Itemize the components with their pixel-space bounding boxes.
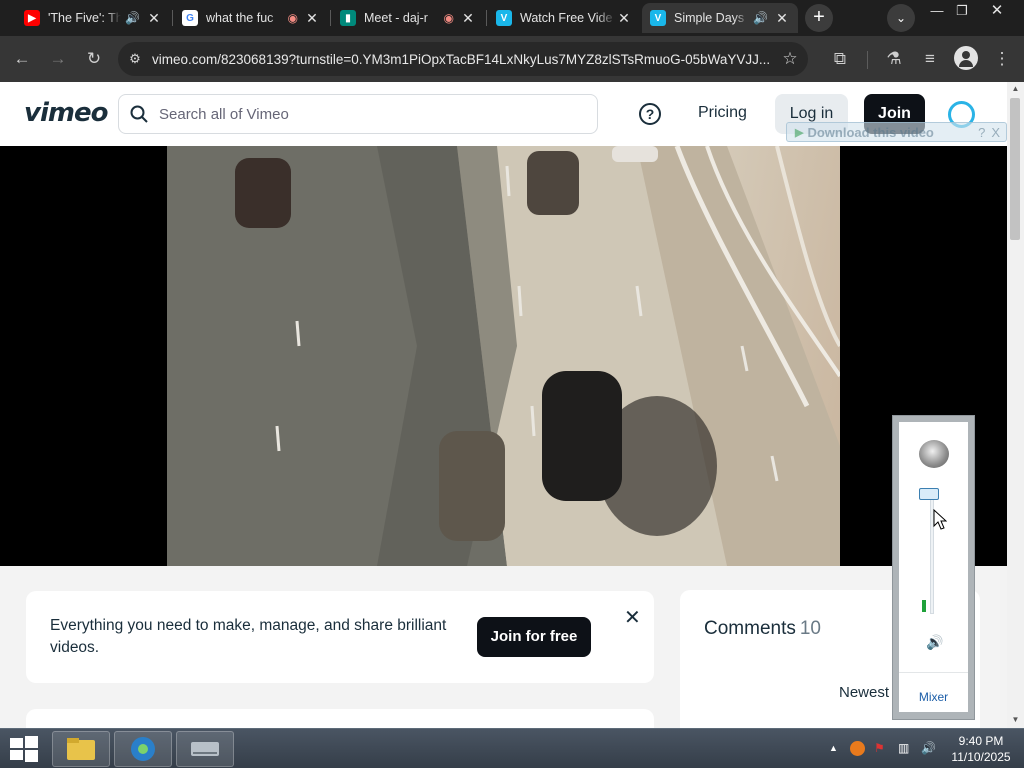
chrome-taskbar-button[interactable] — [114, 731, 172, 767]
mouse-cursor-icon — [933, 509, 947, 530]
bookmark-star-icon[interactable]: ☆ — [772, 49, 808, 69]
tab-google[interactable]: G what the fuc ◉ ✕ — [174, 3, 328, 33]
tab-title: Watch Free Vide — [520, 11, 613, 25]
speaker-icon[interactable]: 🔊 — [125, 11, 140, 25]
volume-popup: 🔊 Mixer — [892, 415, 975, 720]
volume-panel: 🔊 Mixer — [899, 422, 968, 712]
comments-heading: Comments 10 — [704, 618, 821, 640]
restore-icon[interactable]: ❐ — [947, 0, 977, 24]
join-for-free-button[interactable]: Join for free — [477, 617, 591, 657]
tab-title: 'The Five': Th — [48, 11, 122, 25]
tab-title: what the fuc — [206, 11, 274, 25]
tab-title: Simple Days — [674, 11, 745, 25]
profile-avatar-icon[interactable] — [954, 46, 978, 70]
new-tab-button[interactable]: + — [805, 4, 833, 32]
extensions-icon[interactable]: ⧉ — [826, 45, 854, 73]
video-player[interactable] — [0, 146, 1007, 566]
windows-start-icon[interactable] — [8, 735, 40, 763]
vimeo-icon: V — [496, 10, 512, 26]
close-icon[interactable]: ✕ — [774, 10, 790, 27]
video-frame-image — [167, 146, 840, 566]
labs-flask-icon[interactable]: ⚗ — [880, 45, 908, 73]
download-video-overlay[interactable]: ▶ Download this video ? X — [786, 122, 1007, 142]
antivirus-tray-icon[interactable] — [850, 741, 865, 756]
recording-icon: ◉ — [287, 11, 298, 25]
tab-meet[interactable]: ▮ Meet - daj-r ◉ ✕ — [332, 3, 484, 33]
browser-menu-icon[interactable]: ⋮ — [988, 45, 1016, 73]
google-icon: G — [182, 10, 198, 26]
help-icon[interactable]: ? — [639, 103, 661, 125]
play-icon: ▶ — [795, 126, 804, 139]
speaker-icon[interactable]: 🔊 — [753, 11, 768, 25]
speaker-device-icon[interactable] — [919, 440, 949, 468]
file-explorer-button[interactable] — [52, 731, 110, 767]
comments-count: 10 — [799, 618, 821, 639]
search-icon — [119, 105, 159, 123]
windows-taskbar: ▲ ⚑ ▥ 🔊 9:40 PM 11/10/2025 — [0, 728, 1024, 768]
download-overlay-label[interactable]: Download this video — [807, 125, 933, 140]
comments-title: Comments — [704, 618, 796, 639]
url-text[interactable]: vimeo.com/823068139?turnstile=0.YM3m1PiO… — [152, 52, 772, 67]
volume-tray-icon[interactable]: 🔊 — [921, 741, 936, 755]
folder-icon — [67, 738, 95, 760]
scroll-up-icon[interactable]: ▲ — [1011, 84, 1020, 93]
browser-toolbar: ← → ↻ ⚙ vimeo.com/823068139?turnstile=0.… — [0, 36, 1024, 82]
close-icon[interactable]: ✕ — [616, 10, 632, 27]
clock-date: 11/10/2025 — [951, 750, 1011, 764]
close-icon[interactable]: ✕ — [304, 10, 320, 27]
system-clock[interactable]: 9:40 PM 11/10/2025 — [946, 733, 1016, 765]
tab-vimeo-watch[interactable]: V Watch Free Vide ✕ — [488, 3, 640, 33]
media-queue-icon[interactable]: ≡ — [916, 45, 944, 73]
show-hidden-icons[interactable]: ▲ — [829, 743, 838, 753]
forward-icon[interactable]: → — [44, 45, 72, 73]
network-icon[interactable]: ▥ — [898, 741, 909, 755]
video-frame[interactable] — [167, 146, 840, 566]
reload-icon[interactable]: ↻ — [80, 45, 108, 73]
content-card — [26, 709, 654, 728]
vimeo-logo[interactable]: vimeo — [24, 98, 108, 128]
search-input[interactable] — [159, 105, 597, 123]
tab-search-button[interactable]: ⌄ — [887, 4, 915, 32]
scroll-down-icon[interactable]: ▼ — [1011, 715, 1020, 724]
pricing-link[interactable]: Pricing — [698, 104, 747, 122]
site-info-icon[interactable]: ⚙ — [118, 51, 152, 67]
sort-newest[interactable]: Newest — [839, 684, 889, 701]
promo-text: Everything you need to make, manage, and… — [50, 617, 447, 656]
window-close-icon[interactable]: ✕ — [982, 0, 1012, 24]
page-scrollbar[interactable]: ▲ ▼ — [1007, 82, 1024, 728]
join-promo-card: Everything you need to make, manage, and… — [26, 591, 654, 683]
back-icon[interactable]: ← — [8, 45, 36, 73]
drive-icon — [191, 742, 219, 756]
youtube-icon: ▶ — [24, 10, 40, 26]
download-overlay-help[interactable]: ? — [978, 125, 985, 140]
mute-toggle-icon[interactable]: 🔊 — [926, 634, 943, 651]
search-box[interactable] — [118, 94, 598, 134]
scrollbar-thumb[interactable] — [1010, 98, 1020, 240]
tab-simple-days[interactable]: V Simple Days 🔊 ✕ — [642, 3, 798, 33]
mixer-link[interactable]: Mixer — [899, 690, 968, 704]
download-overlay-close[interactable]: X — [991, 125, 1000, 140]
browser-globe-icon — [131, 737, 155, 761]
meet-icon: ▮ — [340, 10, 356, 26]
tab-title: Meet - daj-r — [364, 11, 428, 25]
volume-slider-thumb[interactable] — [919, 488, 939, 500]
vimeo-page: vimeo ? Pricing Log in Join ▶ Download t… — [0, 82, 1007, 728]
app-taskbar-button[interactable] — [176, 731, 234, 767]
close-icon[interactable]: ✕ — [460, 10, 476, 27]
address-bar[interactable]: ⚙ vimeo.com/823068139?turnstile=0.YM3m1P… — [118, 42, 808, 76]
tab-strip: ▶ 'The Five': Th 🔊 ✕ G what the fuc ◉ ✕ … — [0, 0, 1024, 36]
site-header: vimeo ? Pricing Log in Join ▶ Download t… — [0, 82, 1007, 146]
volume-level-meter — [922, 600, 926, 612]
tab-youtube[interactable]: ▶ 'The Five': Th 🔊 ✕ — [16, 3, 170, 33]
recording-icon: ◉ — [443, 11, 454, 25]
clock-time: 9:40 PM — [958, 734, 1004, 748]
close-icon[interactable]: ✕ — [146, 10, 162, 27]
action-center-flag-icon[interactable]: ⚑ — [874, 741, 885, 755]
vimeo-icon: V — [650, 10, 666, 26]
close-icon[interactable]: ✕ — [624, 605, 641, 630]
